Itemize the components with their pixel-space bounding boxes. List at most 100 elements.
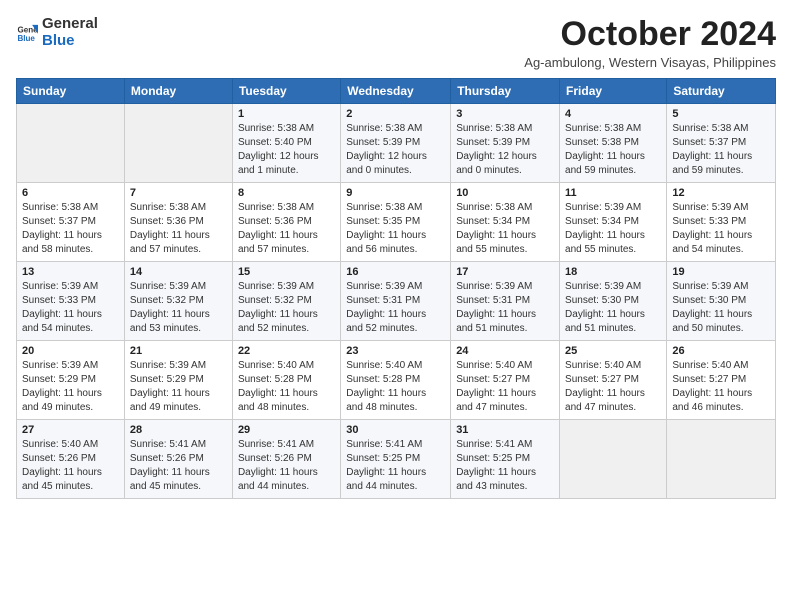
day-number: 7 <box>130 187 227 199</box>
calendar-cell: 2 Sunrise: 5:38 AM Sunset: 5:39 PM Daylig… <box>341 104 451 183</box>
day-info: Sunrise: 5:40 AM Sunset: 5:27 PM Dayligh… <box>456 359 554 415</box>
calendar-cell: 5Sunrise: 5:38 AM Sunset: 5:37 PM Daylig… <box>667 104 776 183</box>
calendar-cell <box>17 104 125 183</box>
day-info: Sunrise: 5:38 AM Sunset: 5:39 PM Dayligh… <box>456 122 554 178</box>
week-row-3: 13 Sunrise: 5:39 AM Sunset: 5:33 PM Dayli… <box>17 262 776 341</box>
calendar-cell <box>667 420 776 499</box>
calendar-cell: 24 Sunrise: 5:40 AM Sunset: 5:27 PM Dayli… <box>451 341 560 420</box>
logo-blue-text: Blue <box>42 33 98 50</box>
day-number: 4 <box>565 108 661 120</box>
weekday-header-wednesday: Wednesday <box>341 79 451 104</box>
calendar-cell: 4 Sunrise: 5:38 AM Sunset: 5:38 PM Daylig… <box>560 104 667 183</box>
day-info: Sunrise: 5:38 AM Sunset: 5:37 PM Dayligh… <box>22 201 119 257</box>
day-info: Sunrise: 5:39 AM Sunset: 5:29 PM Dayligh… <box>22 359 119 415</box>
day-info: Sunrise: 5:41 AM Sunset: 5:26 PM Dayligh… <box>238 438 335 494</box>
weekday-header-monday: Monday <box>124 79 232 104</box>
calendar-cell: 22 Sunrise: 5:40 AM Sunset: 5:28 PM Dayli… <box>232 341 340 420</box>
calendar-cell: 8Sunrise: 5:38 AM Sunset: 5:36 PM Daylig… <box>232 183 340 262</box>
day-number: 16 <box>346 266 445 278</box>
calendar-cell <box>124 104 232 183</box>
day-info: Sunrise: 5:38 AM Sunset: 5:38 PM Dayligh… <box>565 122 661 178</box>
day-number: 28 <box>130 424 227 436</box>
day-number: 12 <box>672 187 770 199</box>
day-number: 24 <box>456 345 554 357</box>
day-number: 20 <box>22 345 119 357</box>
day-number: 21 <box>130 345 227 357</box>
weekday-header-friday: Friday <box>560 79 667 104</box>
week-row-5: 27 Sunrise: 5:40 AM Sunset: 5:26 PM Dayli… <box>17 420 776 499</box>
day-info: Sunrise: 5:39 AM Sunset: 5:33 PM Dayligh… <box>22 280 119 336</box>
calendar-cell: 19Sunrise: 5:39 AM Sunset: 5:30 PM Dayli… <box>667 262 776 341</box>
calendar-cell: 27 Sunrise: 5:40 AM Sunset: 5:26 PM Dayli… <box>17 420 125 499</box>
weekday-header-thursday: Thursday <box>451 79 560 104</box>
day-info: Sunrise: 5:40 AM Sunset: 5:26 PM Dayligh… <box>22 438 119 494</box>
day-info: Sunrise: 5:38 AM Sunset: 5:39 PM Dayligh… <box>346 122 445 178</box>
day-info: Sunrise: 5:40 AM Sunset: 5:28 PM Dayligh… <box>346 359 445 415</box>
calendar-cell: 15 Sunrise: 5:39 AM Sunset: 5:32 PM Dayli… <box>232 262 340 341</box>
calendar-cell: 30 Sunrise: 5:41 AM Sunset: 5:25 PM Dayli… <box>341 420 451 499</box>
day-info: Sunrise: 5:39 AM Sunset: 5:32 PM Dayligh… <box>130 280 227 336</box>
day-number: 13 <box>22 266 119 278</box>
calendar-cell: 18Sunrise: 5:39 AM Sunset: 5:30 PM Dayli… <box>560 262 667 341</box>
logo-icon: General Blue <box>16 22 38 44</box>
week-row-1: 1 Sunrise: 5:38 AM Sunset: 5:40 PM Daylig… <box>17 104 776 183</box>
day-info: Sunrise: 5:39 AM Sunset: 5:31 PM Dayligh… <box>456 280 554 336</box>
day-info: Sunrise: 5:38 AM Sunset: 5:37 PM Dayligh… <box>672 122 770 178</box>
day-info: Sunrise: 5:38 AM Sunset: 5:40 PM Dayligh… <box>238 122 335 178</box>
day-info: Sunrise: 5:41 AM Sunset: 5:26 PM Dayligh… <box>130 438 227 494</box>
day-number: 2 <box>346 108 445 120</box>
calendar-cell <box>560 420 667 499</box>
day-number: 9 <box>346 187 445 199</box>
day-info: Sunrise: 5:39 AM Sunset: 5:31 PM Dayligh… <box>346 280 445 336</box>
day-number: 10 <box>456 187 554 199</box>
weekday-header-sunday: Sunday <box>17 79 125 104</box>
month-title: October 2024 <box>524 16 776 53</box>
calendar-cell: 21Sunrise: 5:39 AM Sunset: 5:29 PM Dayli… <box>124 341 232 420</box>
calendar-cell: 9 Sunrise: 5:38 AM Sunset: 5:35 PM Daylig… <box>341 183 451 262</box>
location-title: Ag-ambulong, Western Visayas, Philippine… <box>524 55 776 70</box>
day-info: Sunrise: 5:38 AM Sunset: 5:35 PM Dayligh… <box>346 201 445 257</box>
day-info: Sunrise: 5:40 AM Sunset: 5:28 PM Dayligh… <box>238 359 335 415</box>
calendar-cell: 12 Sunrise: 5:39 AM Sunset: 5:33 PM Dayli… <box>667 183 776 262</box>
day-number: 30 <box>346 424 445 436</box>
day-info: Sunrise: 5:38 AM Sunset: 5:36 PM Dayligh… <box>238 201 335 257</box>
day-info: Sunrise: 5:41 AM Sunset: 5:25 PM Dayligh… <box>346 438 445 494</box>
day-info: Sunrise: 5:40 AM Sunset: 5:27 PM Dayligh… <box>672 359 770 415</box>
day-info: Sunrise: 5:41 AM Sunset: 5:25 PM Dayligh… <box>456 438 554 494</box>
day-number: 27 <box>22 424 119 436</box>
calendar-cell: 17 Sunrise: 5:39 AM Sunset: 5:31 PM Dayli… <box>451 262 560 341</box>
calendar-cell: 31 Sunrise: 5:41 AM Sunset: 5:25 PM Dayli… <box>451 420 560 499</box>
day-number: 19 <box>672 266 770 278</box>
svg-text:Blue: Blue <box>17 34 35 43</box>
day-info: Sunrise: 5:39 AM Sunset: 5:30 PM Dayligh… <box>565 280 661 336</box>
day-number: 22 <box>238 345 335 357</box>
logo-general-text: General <box>42 16 98 33</box>
title-section: October 2024 Ag-ambulong, Western Visaya… <box>524 16 776 70</box>
calendar-cell: 3Sunrise: 5:38 AM Sunset: 5:39 PM Daylig… <box>451 104 560 183</box>
day-number: 6 <box>22 187 119 199</box>
calendar-cell: 25Sunrise: 5:40 AM Sunset: 5:27 PM Dayli… <box>560 341 667 420</box>
day-number: 31 <box>456 424 554 436</box>
calendar-cell: 23Sunrise: 5:40 AM Sunset: 5:28 PM Dayli… <box>341 341 451 420</box>
week-row-4: 20 Sunrise: 5:39 AM Sunset: 5:29 PM Dayli… <box>17 341 776 420</box>
logo: General Blue General Blue <box>16 16 98 49</box>
day-number: 14 <box>130 266 227 278</box>
day-number: 1 <box>238 108 335 120</box>
day-number: 15 <box>238 266 335 278</box>
calendar-cell: 11Sunrise: 5:39 AM Sunset: 5:34 PM Dayli… <box>560 183 667 262</box>
day-number: 11 <box>565 187 661 199</box>
day-number: 29 <box>238 424 335 436</box>
calendar-cell: 14 Sunrise: 5:39 AM Sunset: 5:32 PM Dayli… <box>124 262 232 341</box>
day-info: Sunrise: 5:39 AM Sunset: 5:32 PM Dayligh… <box>238 280 335 336</box>
calendar-cell: 20 Sunrise: 5:39 AM Sunset: 5:29 PM Dayli… <box>17 341 125 420</box>
weekday-header-row: SundayMondayTuesdayWednesdayThursdayFrid… <box>17 79 776 104</box>
page-header: General Blue General Blue October 2024 A… <box>16 16 776 70</box>
day-number: 17 <box>456 266 554 278</box>
day-number: 26 <box>672 345 770 357</box>
calendar-cell: 6 Sunrise: 5:38 AM Sunset: 5:37 PM Daylig… <box>17 183 125 262</box>
day-info: Sunrise: 5:39 AM Sunset: 5:33 PM Dayligh… <box>672 201 770 257</box>
day-info: Sunrise: 5:38 AM Sunset: 5:34 PM Dayligh… <box>456 201 554 257</box>
week-row-2: 6 Sunrise: 5:38 AM Sunset: 5:37 PM Daylig… <box>17 183 776 262</box>
day-number: 25 <box>565 345 661 357</box>
calendar-cell: 13 Sunrise: 5:39 AM Sunset: 5:33 PM Dayli… <box>17 262 125 341</box>
